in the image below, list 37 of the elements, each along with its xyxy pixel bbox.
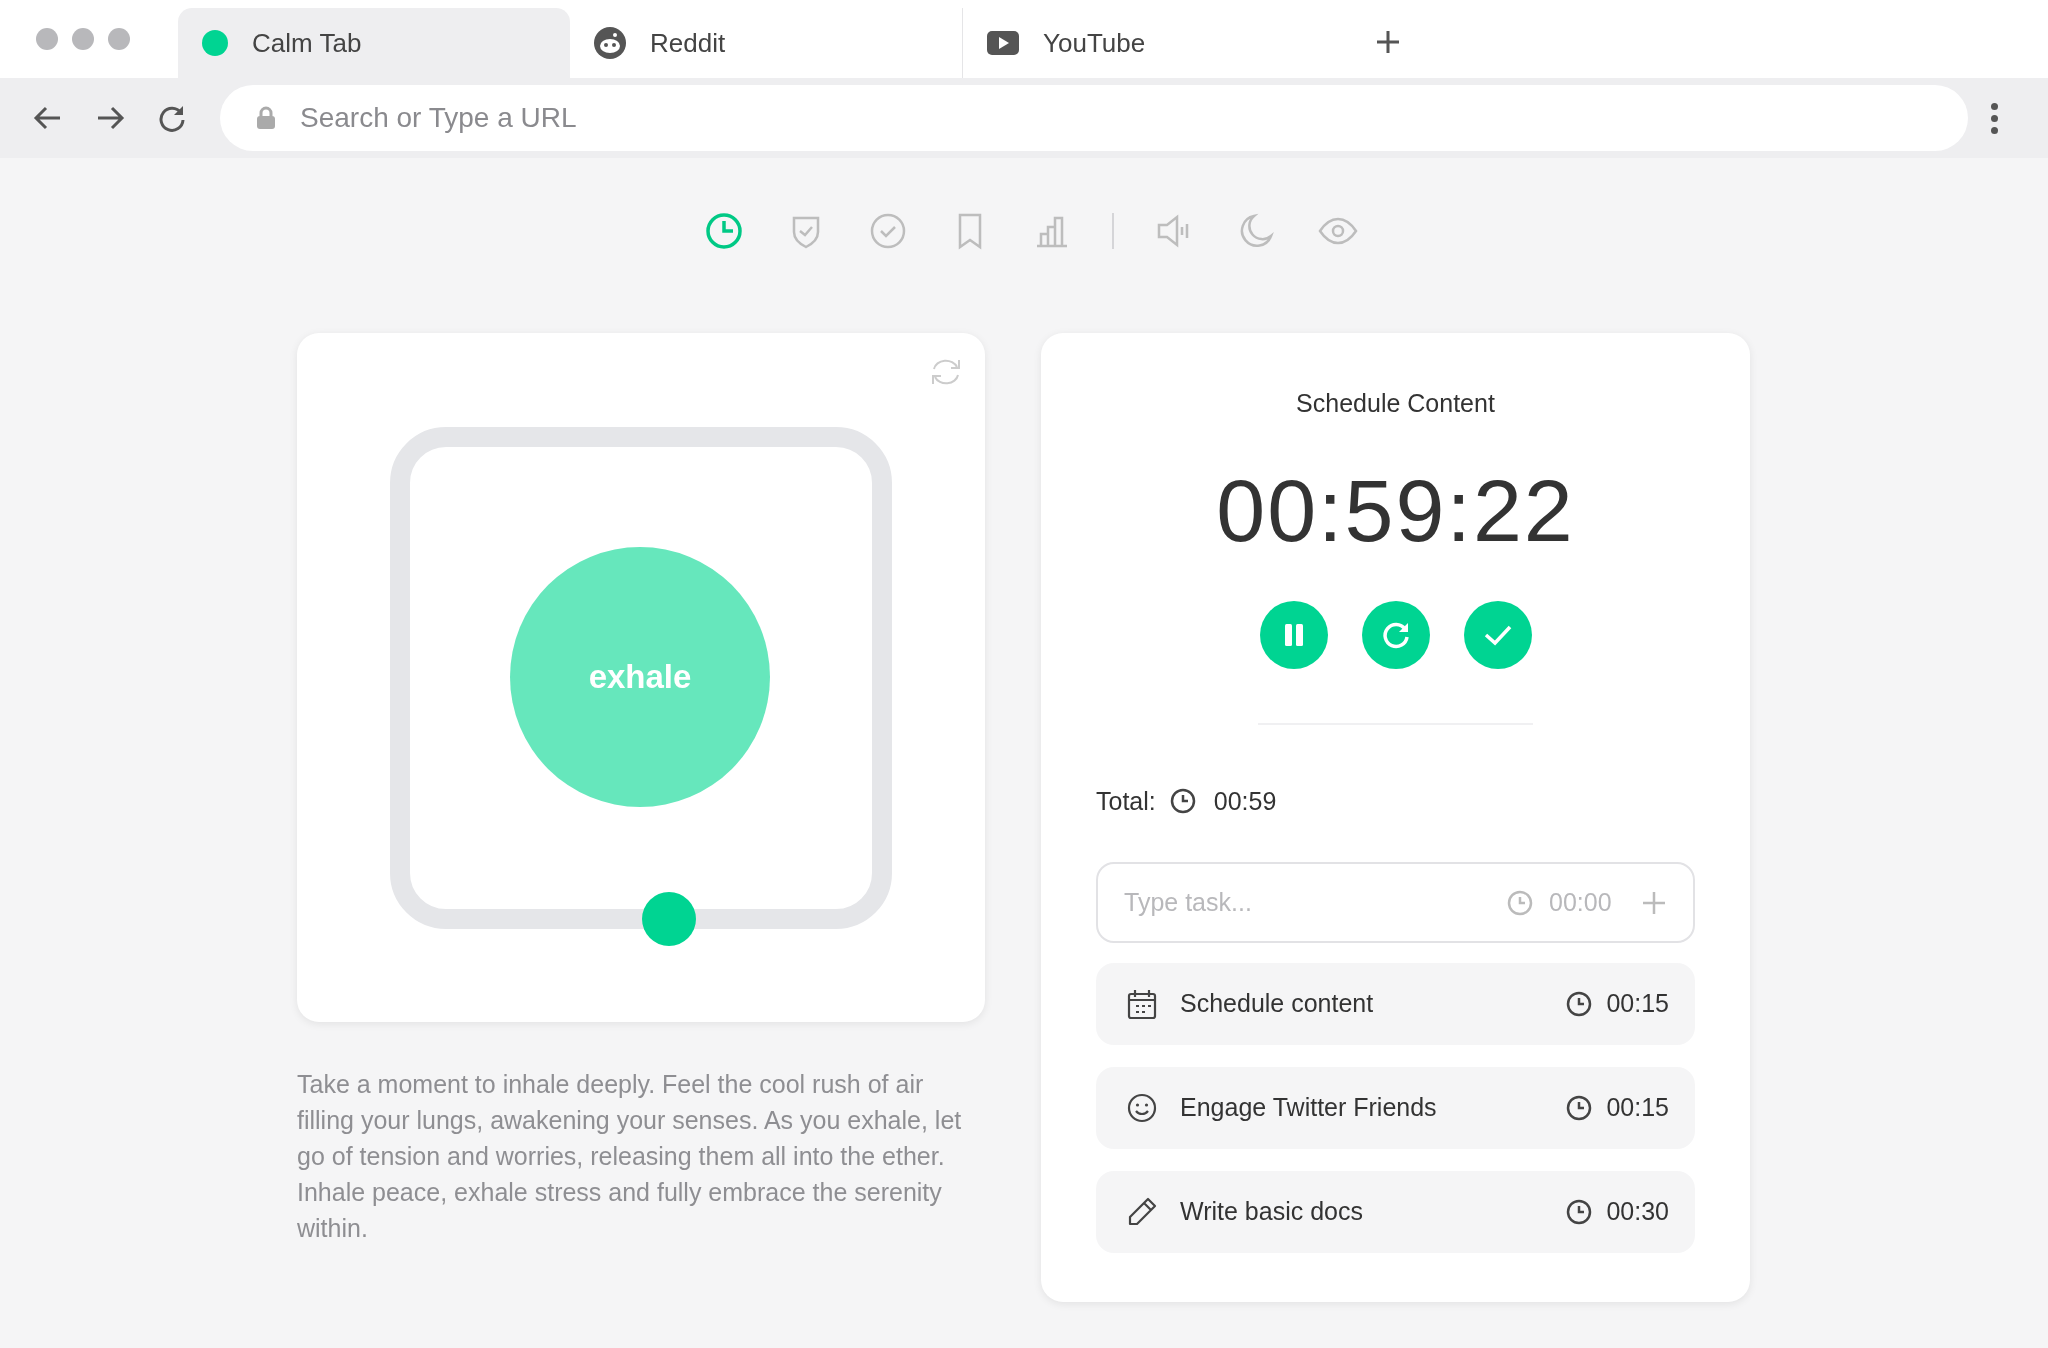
play-icon (987, 31, 1019, 55)
lock-icon (256, 106, 276, 130)
alien-icon (594, 27, 626, 59)
task-name: Engage Twitter Friends (1180, 1092, 1438, 1124)
clock-icon (1566, 991, 1593, 1017)
description-text: Take a moment to inhale deeply. Feel the cool rush of air filling your lungs, awakening your senses. As you exhale, let go of tension and worries, releasing them all into the ether. Inhale peace, exhale stress and fully embrace the serenity within. (297, 1069, 962, 1244)
total-label: Total: (1096, 785, 1156, 817)
pencil-icon (1126, 1196, 1158, 1228)
task-duration: 00:15 (1606, 988, 1669, 1020)
pause-icon (1282, 622, 1305, 647)
total-time: 00:59 (1213, 785, 1277, 817)
plus-icon (1641, 889, 1667, 916)
task-input[interactable]: Type task... (1124, 883, 1507, 922)
task-name: Write basic docs (1180, 1196, 1364, 1228)
task-item[interactable]: Engage Twitter Friends 00:15 (1096, 1067, 1695, 1149)
task-name: Schedule content (1180, 988, 1375, 1020)
window-close-button[interactable] (36, 28, 58, 50)
clock-icon (1169, 788, 1196, 815)
task-duration: 00:15 (1606, 1092, 1669, 1124)
clock-icon (1507, 889, 1533, 916)
timer-display: 00:59:22 (1216, 460, 1575, 561)
clock-icon (1566, 1199, 1593, 1225)
plus-icon (1375, 29, 1401, 55)
address-field[interactable]: Search or Type a URL (220, 85, 1968, 151)
browser-tab[interactable]: Calm Tab (178, 8, 570, 78)
smiley-icon (1126, 1092, 1158, 1124)
window-maximize-button[interactable] (108, 28, 130, 50)
timer-title: Schedule Content (1296, 388, 1495, 419)
task-item[interactable]: Write basic docs 00:30 (1096, 1171, 1695, 1253)
calendar-icon (1126, 988, 1158, 1020)
clock-icon (1566, 1095, 1593, 1121)
progress-knob[interactable] (641, 892, 696, 946)
duration-input[interactable]: 00:00 (1549, 883, 1629, 922)
task-duration: 00:30 (1606, 1196, 1669, 1228)
task-item[interactable]: Schedule content 00:15 (1096, 963, 1695, 1045)
new-task-field[interactable]: Type task... 00:00 (1096, 862, 1695, 943)
window-minimize-button[interactable] (72, 28, 94, 50)
